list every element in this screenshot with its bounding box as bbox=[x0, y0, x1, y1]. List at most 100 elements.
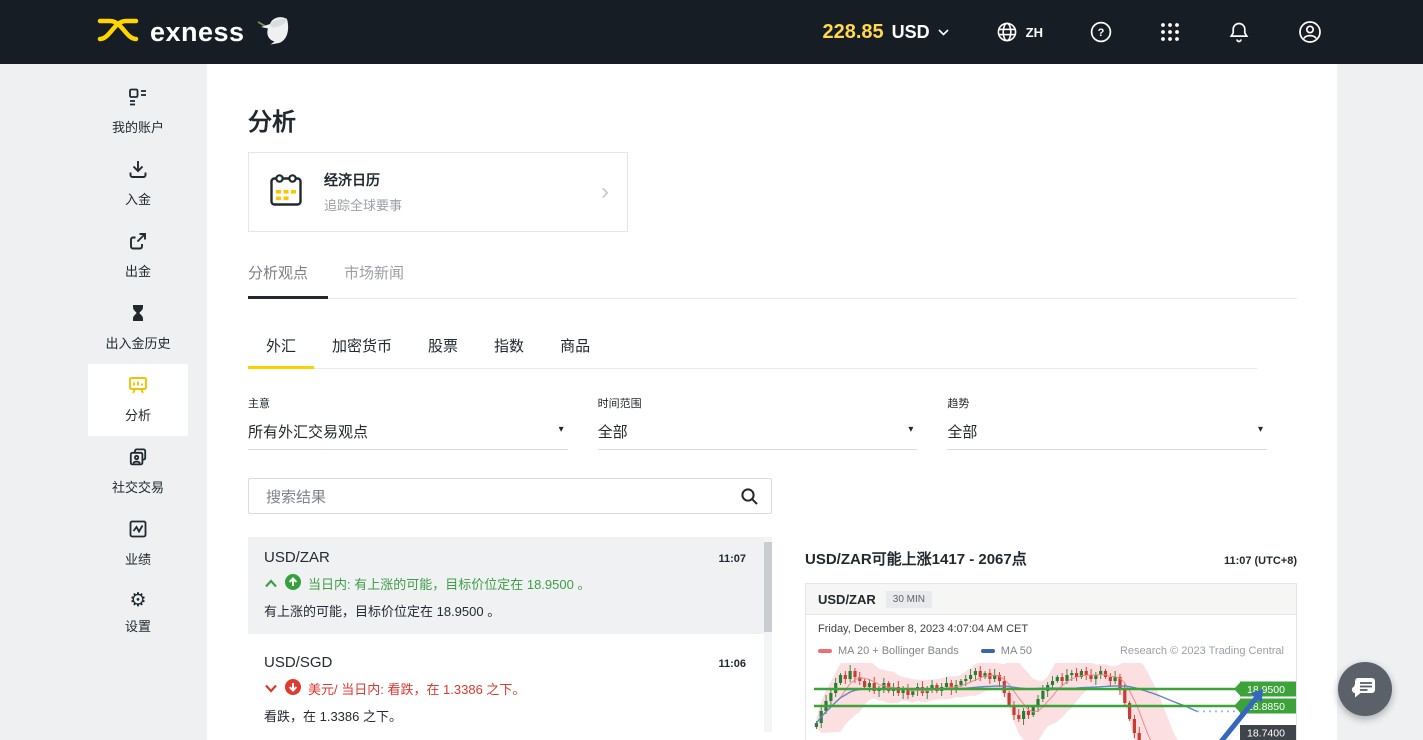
search-icon[interactable] bbox=[740, 487, 759, 511]
signal-item-usdzar[interactable]: USD/ZAR 11:07 bbox=[248, 537, 772, 634]
legend-swatch-red bbox=[818, 649, 832, 653]
signal-summary: 有上涨的可能，目标价位定在 18.9500 。 bbox=[264, 601, 746, 620]
filter-idea-select[interactable]: 所有外汇交易观点 ▾ bbox=[248, 421, 568, 450]
signal-headline-row: 当日内: 有上涨的可能，目标价位定在 18.9500 。 bbox=[264, 574, 746, 593]
page-title: 分析 bbox=[248, 108, 1297, 137]
performance-icon bbox=[127, 518, 149, 540]
sidebar-label: 出入金历史 bbox=[88, 333, 188, 352]
signal-summary: 看跌，在 1.3386 之下。 bbox=[264, 706, 746, 725]
signal-headline: 当日内: 有上涨的可能，目标价位定在 18.9500 。 bbox=[308, 574, 590, 593]
tab-analyst-views[interactable]: 分析观点 bbox=[248, 262, 328, 298]
sidebar-label: 分析 bbox=[88, 405, 188, 424]
shell: 我的账户 入金 bbox=[0, 64, 1423, 740]
dove-icon bbox=[255, 15, 291, 50]
filters-row: 主意 所有外汇交易观点 ▾ 时间范围 全部 ▾ 趋势 全部 bbox=[248, 395, 1297, 450]
tab-indices[interactable]: 指数 bbox=[476, 327, 542, 368]
tab-crypto[interactable]: 加密货币 bbox=[314, 327, 410, 368]
detail-title: USD/ZAR可能上涨1417 - 2067点 bbox=[805, 548, 1027, 569]
globe-icon bbox=[995, 20, 1019, 44]
asset-class-tabs: 外汇 加密货币 股票 指数 商品 bbox=[248, 327, 1257, 369]
chart-interval-badge: 30 MIN bbox=[886, 591, 932, 608]
sidebar-item-withdrawal[interactable]: 出金 bbox=[88, 220, 188, 292]
signal-item-usdsgd[interactable]: USD/SGD 11:06 bbox=[248, 642, 772, 739]
notifications-bell-button[interactable] bbox=[1227, 20, 1251, 44]
balance-selector[interactable]: 228.85 USD bbox=[822, 21, 948, 44]
filter-trend-value: 全部 bbox=[947, 424, 977, 441]
top-bar: exness 228.85 USD bbox=[0, 0, 1423, 64]
accounts-icon bbox=[127, 86, 149, 108]
tab-stocks[interactable]: 股票 bbox=[410, 327, 476, 368]
gear-icon: ⚙ bbox=[129, 590, 146, 612]
filter-trend-select[interactable]: 全部 ▾ bbox=[947, 421, 1267, 450]
sidebar-item-my-accounts[interactable]: 我的账户 bbox=[88, 76, 188, 148]
sidebar-item-settings[interactable]: ⚙ 设置 bbox=[88, 580, 188, 647]
app-root: exness 228.85 USD bbox=[0, 0, 1423, 740]
sidebar-item-social-trading[interactable]: 社交交易 bbox=[88, 436, 188, 508]
svg-text:18.7400: 18.7400 bbox=[1247, 728, 1285, 740]
chevron-up-icon bbox=[264, 576, 278, 591]
signal-pair: USD/SGD bbox=[264, 654, 332, 671]
chevron-down-icon bbox=[938, 29, 949, 36]
sidebar: 我的账户 入金 bbox=[0, 64, 207, 740]
calendar-card-subtitle: 追踪全球要事 bbox=[324, 195, 601, 214]
help-button[interactable]: ? bbox=[1089, 20, 1113, 44]
language-selector[interactable]: ZH bbox=[995, 20, 1043, 44]
sidebar-item-analysis[interactable]: 分析 bbox=[88, 364, 188, 436]
filter-idea-value: 所有外汇交易观点 bbox=[248, 424, 368, 441]
filter-timeframe-label: 时间范围 bbox=[598, 395, 918, 411]
economic-calendar-card[interactable]: 经济日历 追踪全球要事 › bbox=[248, 152, 628, 232]
legend-swatch-blue bbox=[981, 649, 995, 653]
svg-text:?: ? bbox=[1098, 27, 1105, 39]
filter-timeframe-select[interactable]: 全部 ▾ bbox=[598, 421, 918, 450]
language-label: ZH bbox=[1026, 25, 1043, 40]
arrow-up-circle-icon bbox=[285, 574, 301, 593]
chart-card-header: USD/ZAR 30 MIN bbox=[806, 584, 1296, 615]
main-content: 分析 经济日历 追踪全球要事 bbox=[207, 64, 1337, 740]
exness-logo[interactable]: exness bbox=[96, 15, 291, 50]
legend-label: MA 50 bbox=[1001, 645, 1032, 657]
filter-trend-label: 趋势 bbox=[947, 395, 1267, 411]
chart-timestamp: Friday, December 8, 2023 4:07:04 AM CET bbox=[806, 615, 1296, 637]
legend-ma20-bollinger: MA 20 + Bollinger Bands bbox=[818, 645, 959, 657]
signals-column: USD/ZAR 11:07 bbox=[248, 478, 772, 740]
balance-amount: 228.85 bbox=[822, 21, 883, 44]
filter-timeframe-value: 全部 bbox=[598, 424, 628, 441]
filter-timeframe: 时间范围 全部 ▾ bbox=[598, 395, 918, 450]
detail-time: 11:07 (UTC+8) bbox=[1224, 555, 1297, 567]
sidebar-item-history[interactable]: 出入金历史 bbox=[88, 292, 188, 364]
sidebar-item-performance[interactable]: 业绩 bbox=[88, 508, 188, 580]
caret-down-icon: ▾ bbox=[908, 424, 913, 435]
sidebar-item-deposit[interactable]: 入金 bbox=[88, 148, 188, 220]
filter-idea: 主意 所有外汇交易观点 ▾ bbox=[248, 395, 568, 450]
detail-header: USD/ZAR可能上涨1417 - 2067点 11:07 (UTC+8) bbox=[805, 548, 1297, 569]
caret-down-icon: ▾ bbox=[1258, 424, 1263, 435]
analysis-columns: USD/ZAR 11:07 bbox=[248, 478, 1297, 740]
candlestick-chart: 18.950018.885018.7400 bbox=[814, 663, 1292, 740]
calendar-card-title: 经济日历 bbox=[324, 170, 601, 190]
filter-idea-label: 主意 bbox=[248, 395, 568, 411]
top-bar-right: 228.85 USD ZH ? bbox=[822, 19, 1323, 45]
tab-forex[interactable]: 外汇 bbox=[248, 327, 314, 368]
apps-grid-button[interactable] bbox=[1159, 21, 1181, 43]
deposit-icon bbox=[127, 158, 149, 180]
search-input[interactable] bbox=[264, 480, 728, 514]
sidebar-label: 出金 bbox=[88, 261, 188, 280]
filter-trend: 趋势 全部 ▾ bbox=[947, 395, 1267, 450]
caret-down-icon: ▾ bbox=[559, 424, 564, 435]
tab-market-news[interactable]: 市场新闻 bbox=[344, 262, 424, 298]
signal-headline: 美元/ 当日内: 看跌，在 1.3386 之下。 bbox=[308, 679, 525, 698]
signal-detail-column: USD/ZAR可能上涨1417 - 2067点 11:07 (UTC+8) US… bbox=[805, 548, 1297, 740]
chart-card: USD/ZAR 30 MIN Friday, December 8, 2023 … bbox=[805, 583, 1297, 740]
signal-time: 11:07 bbox=[718, 553, 746, 565]
tab-commodities[interactable]: 商品 bbox=[542, 327, 608, 368]
account-button[interactable] bbox=[1297, 19, 1323, 45]
signal-time: 11:06 bbox=[718, 658, 746, 670]
main-tabs: 分析观点 市场新闻 bbox=[248, 262, 1297, 299]
chat-button[interactable] bbox=[1338, 662, 1392, 716]
signal-headline-row: 美元/ 当日内: 看跌，在 1.3386 之下。 bbox=[264, 679, 746, 698]
list-scrollbar-thumb[interactable] bbox=[764, 542, 772, 632]
chat-bubble-icon bbox=[1351, 673, 1379, 706]
search-box bbox=[248, 478, 772, 514]
exness-mark-icon bbox=[96, 17, 140, 48]
sidebar-label: 设置 bbox=[88, 616, 188, 635]
